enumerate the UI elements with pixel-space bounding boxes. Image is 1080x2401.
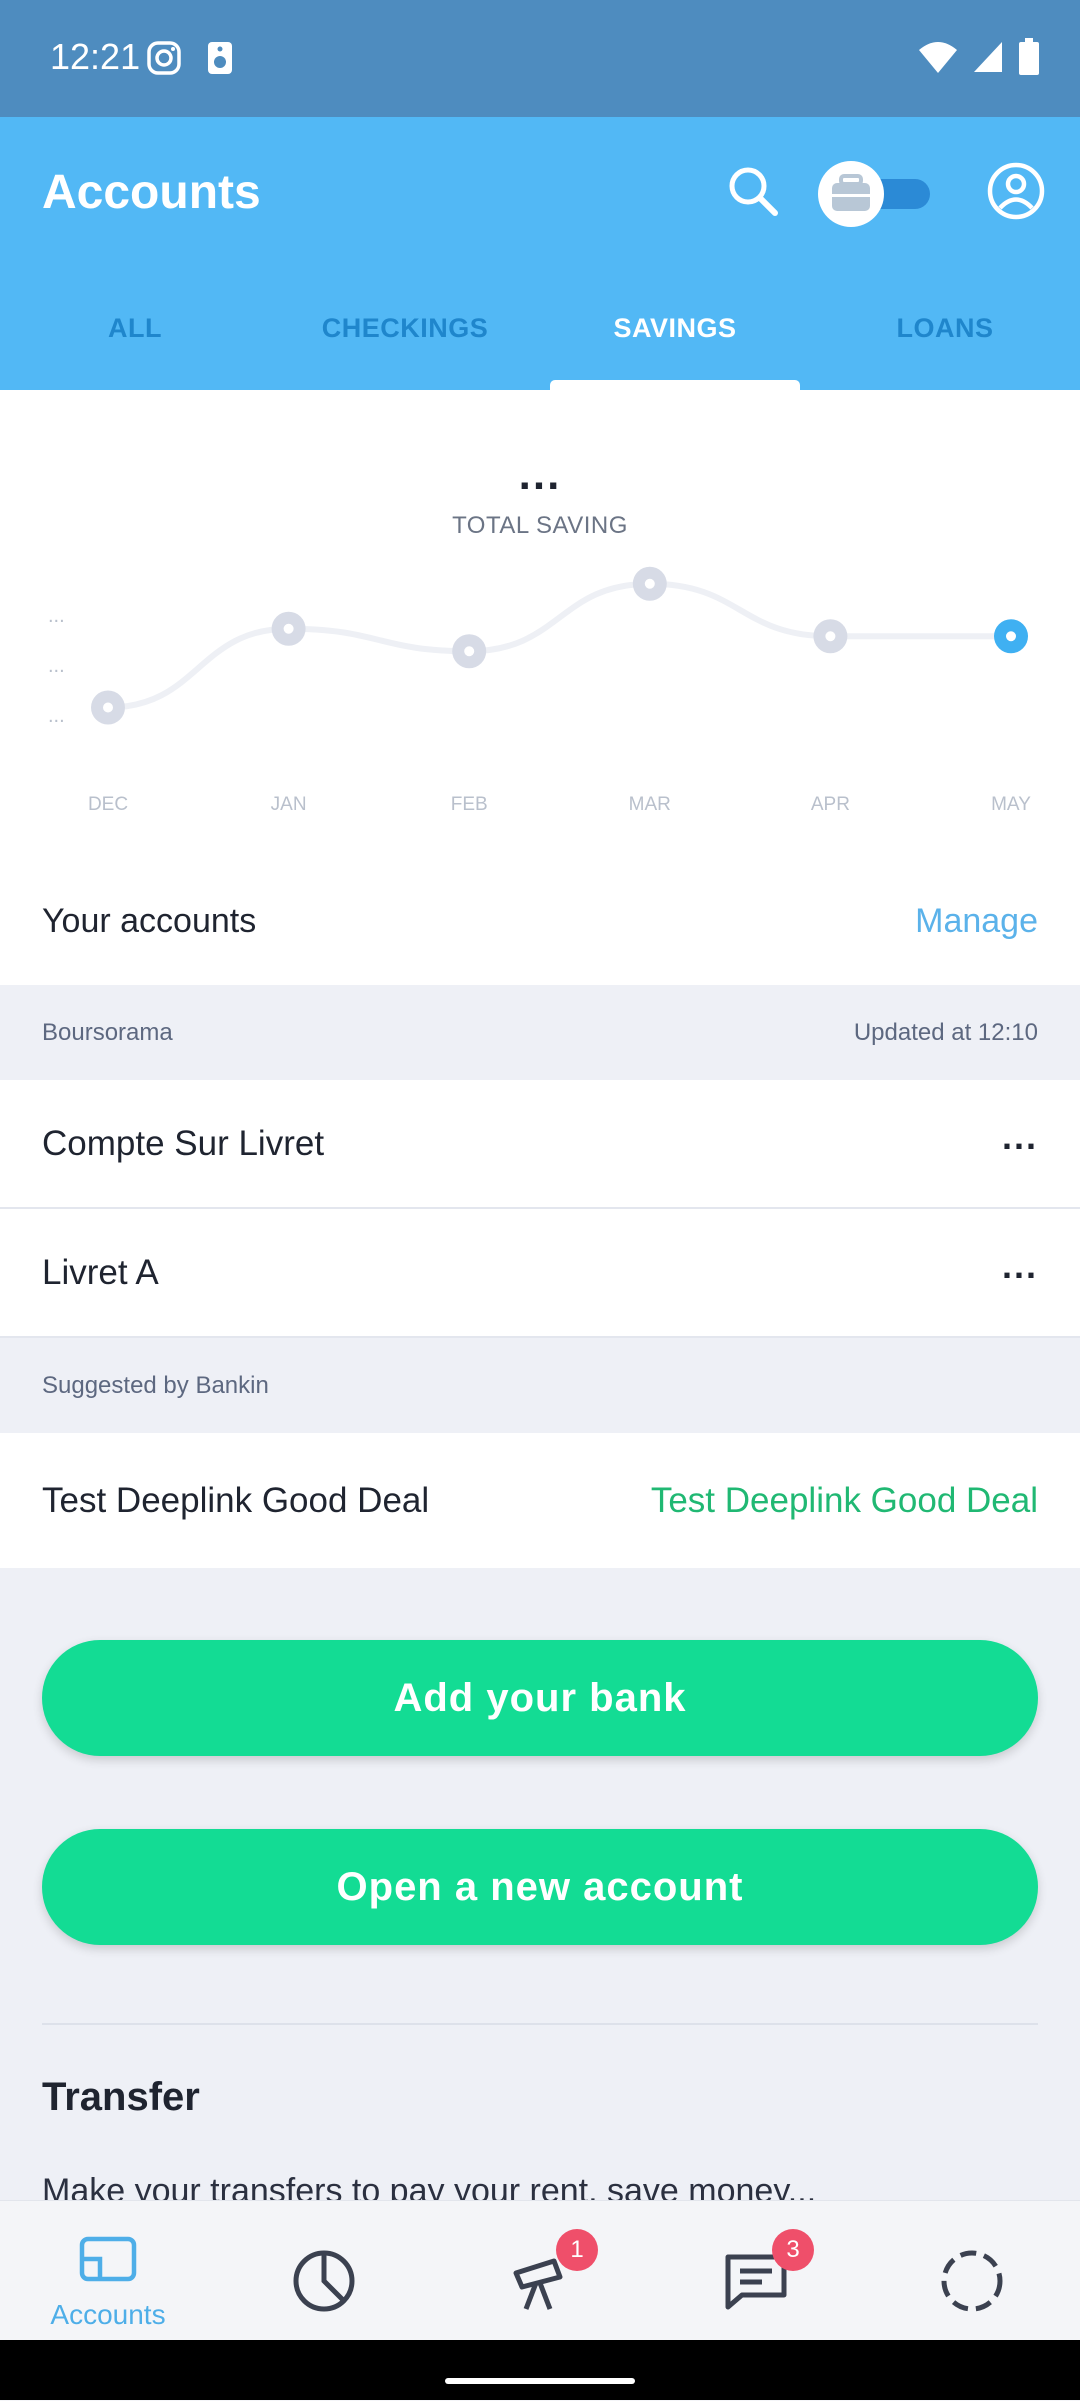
x-tick-label: MAR xyxy=(629,794,671,815)
deal-row[interactable]: Test Deeplink Good Deal Test Deeplink Go… xyxy=(0,1433,1080,1568)
loading-circle-icon xyxy=(941,2250,1003,2312)
profile-icon[interactable] xyxy=(986,161,1046,221)
wifi-icon xyxy=(919,42,957,73)
bank-name: Boursorama xyxy=(42,1019,173,1046)
x-tick-label: FEB xyxy=(451,794,488,815)
tab-all[interactable]: ALL xyxy=(0,293,270,390)
data-point-center xyxy=(103,702,113,713)
notification-badge: 3 xyxy=(772,2229,814,2271)
manage-button[interactable]: Manage xyxy=(915,902,1038,941)
bank-header: Boursorama Updated at 12:10 xyxy=(0,985,1080,1080)
tab-loans[interactable]: LOANS xyxy=(810,293,1080,390)
transfer-title: Transfer xyxy=(42,2075,200,2119)
x-tick-label: JAN xyxy=(271,794,307,815)
search-icon[interactable] xyxy=(723,161,783,221)
accounts-icon xyxy=(79,2236,137,2282)
account-amount: ... xyxy=(1001,1245,1038,1286)
data-point-center xyxy=(825,631,836,642)
account-name: Livret A xyxy=(42,1253,159,1292)
y-tick-label: ... xyxy=(48,605,65,627)
status-time: 12:21 xyxy=(50,36,141,77)
tab-savings[interactable]: SAVINGS xyxy=(540,293,810,390)
suggested-label: Suggested by Bankin xyxy=(42,1372,269,1399)
status-bar: 12:21 xyxy=(0,0,1080,117)
x-tick-label: APR xyxy=(811,794,850,815)
home-gesture-pill[interactable] xyxy=(445,2378,635,2384)
accounts-section-title: Your accounts xyxy=(42,902,257,940)
savings-line-chart: ......... DEC JAN FEB MAR APR MAY xyxy=(48,566,1031,815)
account-row[interactable]: Livret A ... xyxy=(0,1209,1080,1338)
x-tick-label: MAY xyxy=(991,794,1031,815)
deal-link[interactable]: Test Deeplink Good Deal xyxy=(651,1481,1038,1521)
analysis-pie-icon xyxy=(293,2250,355,2312)
data-point-center xyxy=(464,646,475,657)
speaker-icon xyxy=(208,42,232,74)
data-point-center xyxy=(644,578,655,589)
data-point-center xyxy=(283,623,294,634)
nav-accounts-label: Accounts xyxy=(50,2299,166,2330)
accounts-header: Your accounts Manage xyxy=(0,860,1080,985)
x-tick-label: DEC xyxy=(88,794,128,815)
suggested-header: Suggested by Bankin xyxy=(0,1338,1080,1433)
data-point-center xyxy=(1006,631,1016,642)
toggle-knob xyxy=(818,161,884,227)
cell-signal-icon xyxy=(974,42,1002,72)
tab-checkings[interactable]: CHECKINGS xyxy=(270,293,540,390)
briefcase-icon xyxy=(832,174,870,211)
deal-name: Test Deeplink Good Deal xyxy=(42,1481,430,1520)
gesture-navigation-bar xyxy=(0,2340,1080,2400)
battery-icon xyxy=(1019,38,1039,75)
series-line xyxy=(107,580,1011,711)
savings-chart-card: ... TOTAL SAVING ......... DEC JAN FEB MAR AP… xyxy=(0,390,1080,860)
add-bank-button[interactable]: Add your bank xyxy=(42,1640,1038,1756)
account-amount: ... xyxy=(1001,1116,1038,1157)
app-bar: Accounts ALL CHECKINGS SAVINGS LOANS xyxy=(0,117,1080,390)
active-tab-indicator xyxy=(550,380,800,390)
account-name: Compte Sur Livret xyxy=(42,1124,325,1163)
account-tabs: ALL CHECKINGS SAVINGS LOANS xyxy=(0,293,1080,390)
account-row[interactable]: Compte Sur Livret ... xyxy=(0,1080,1080,1209)
bank-updated: Updated at 12:10 xyxy=(853,1019,1038,1046)
page-title: Accounts xyxy=(42,166,261,219)
instagram-icon xyxy=(147,41,181,75)
pro-mode-toggle[interactable] xyxy=(818,161,934,227)
divider xyxy=(42,2023,1038,2025)
y-tick-label: ... xyxy=(48,705,65,727)
open-account-button[interactable]: Open a new account xyxy=(42,1829,1038,1945)
y-tick-label: ... xyxy=(48,655,65,677)
notification-badge: 1 xyxy=(556,2229,598,2271)
